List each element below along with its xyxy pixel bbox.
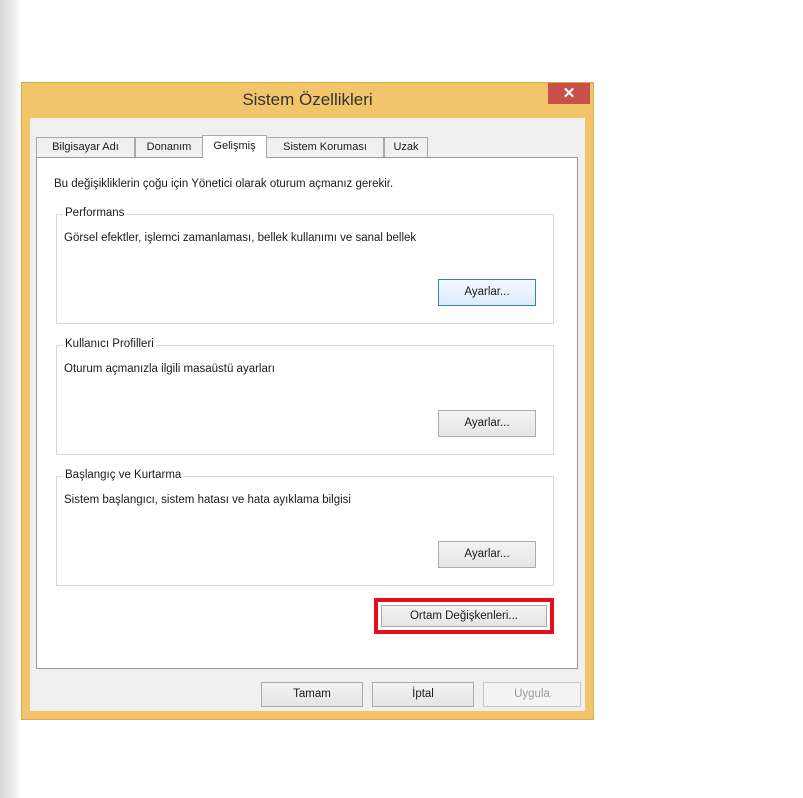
admin-note: Bu değişikliklerin çoğu için Yönetici ol… — [54, 178, 394, 190]
cancel-button[interactable]: İptal — [372, 682, 474, 707]
user-profiles-group: Kullanıcı Profilleri Oturum açmanızla il… — [56, 338, 554, 455]
environment-variables-button[interactable]: Ortam Değişkenleri... — [381, 605, 547, 627]
system-properties-dialog: Sistem Özellikleri ✕ Bilgisayar Adı Dona… — [21, 82, 594, 720]
user-profiles-settings-button[interactable]: Ayarlar... — [438, 410, 536, 437]
startup-recovery-group: Başlangıç ve Kurtarma Sistem başlangıcı,… — [56, 469, 554, 586]
advanced-tab-panel: Bu değişikliklerin çoğu için Yönetici ol… — [36, 157, 578, 669]
dialog-body: Bilgisayar Adı Donanım Gelişmiş Sistem K… — [30, 118, 585, 711]
ok-button[interactable]: Tamam — [261, 682, 363, 707]
tab-label: Bilgisayar Adı — [52, 141, 119, 153]
group-title: Kullanıcı Profilleri — [63, 338, 156, 350]
group-description: Görsel efektler, işlemci zamanlaması, be… — [64, 232, 417, 244]
title-bar[interactable]: Sistem Özellikleri ✕ — [22, 83, 593, 118]
tab-hardware[interactable]: Donanım — [135, 137, 203, 157]
startup-recovery-settings-button[interactable]: Ayarlar... — [438, 541, 536, 568]
window-title: Sistem Özellikleri — [242, 90, 373, 109]
performance-group: Performans Görsel efektler, işlemci zama… — [56, 207, 554, 324]
tab-remote[interactable]: Uzak — [384, 137, 428, 157]
tab-system-protection[interactable]: Sistem Koruması — [266, 137, 384, 157]
performance-settings-button[interactable]: Ayarlar... — [438, 279, 536, 306]
tab-label: Gelişmiş — [213, 140, 256, 152]
tab-label: Sistem Koruması — [283, 141, 367, 153]
tab-label: Donanım — [146, 141, 192, 153]
close-button[interactable]: ✕ — [548, 83, 590, 104]
group-description: Sistem başlangıcı, sistem hatası ve hata… — [64, 494, 351, 506]
group-title: Performans — [63, 207, 127, 219]
tab-computer-name[interactable]: Bilgisayar Adı — [36, 137, 135, 157]
group-description: Oturum açmanızla ilgili masaüstü ayarlar… — [64, 363, 275, 375]
tab-advanced[interactable]: Gelişmiş — [202, 135, 267, 158]
group-title: Başlangıç ve Kurtarma — [63, 469, 184, 481]
tab-label: Uzak — [393, 141, 419, 153]
highlight-box: Ortam Değişkenleri... — [374, 598, 554, 634]
close-icon: ✕ — [562, 85, 576, 102]
apply-button[interactable]: Uygula — [483, 682, 581, 707]
background-window-edge — [0, 0, 20, 798]
